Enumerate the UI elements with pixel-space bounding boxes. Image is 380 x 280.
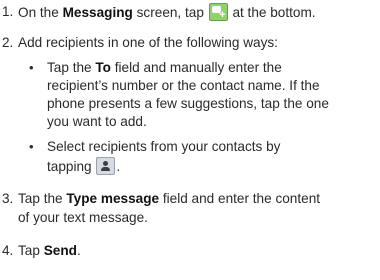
bullet-to-field: • Tap the To field and manually enter th…	[29, 60, 329, 129]
step-2: 2. Add recipients in one of the followin…	[0, 34, 376, 54]
bullet-contacts: • Select recipients from your contacts b…	[29, 139, 281, 175]
type-message-label: Type message	[66, 191, 160, 206]
send-label: Send	[43, 243, 77, 258]
to-field-label: To	[95, 60, 111, 75]
bullet-dot: •	[29, 139, 34, 154]
bullet-dot: •	[29, 60, 34, 75]
instructions-page: 1. On the Messaging screen, tap + at the…	[0, 0, 380, 280]
new-message-icon: +	[208, 3, 228, 21]
messaging-label: Messaging	[62, 5, 133, 20]
step-text: Add recipients in one of the following w…	[18, 35, 278, 50]
step-3: 3. Tap the Type message field and enter …	[2, 191, 321, 225]
contacts-icon	[96, 157, 116, 175]
step-text: On the Messaging screen, tap + at the bo…	[18, 3, 316, 21]
step-number: 4.	[2, 243, 14, 258]
step-4: 4. Tap Send.	[0, 242, 376, 262]
step-1: 1. On the Messaging screen, tap + at the…	[0, 3, 376, 23]
step-text: Tap Send.	[18, 243, 81, 258]
step-number: 1.	[2, 4, 14, 19]
step-number: 3.	[2, 191, 14, 206]
step-number: 2.	[2, 35, 14, 50]
